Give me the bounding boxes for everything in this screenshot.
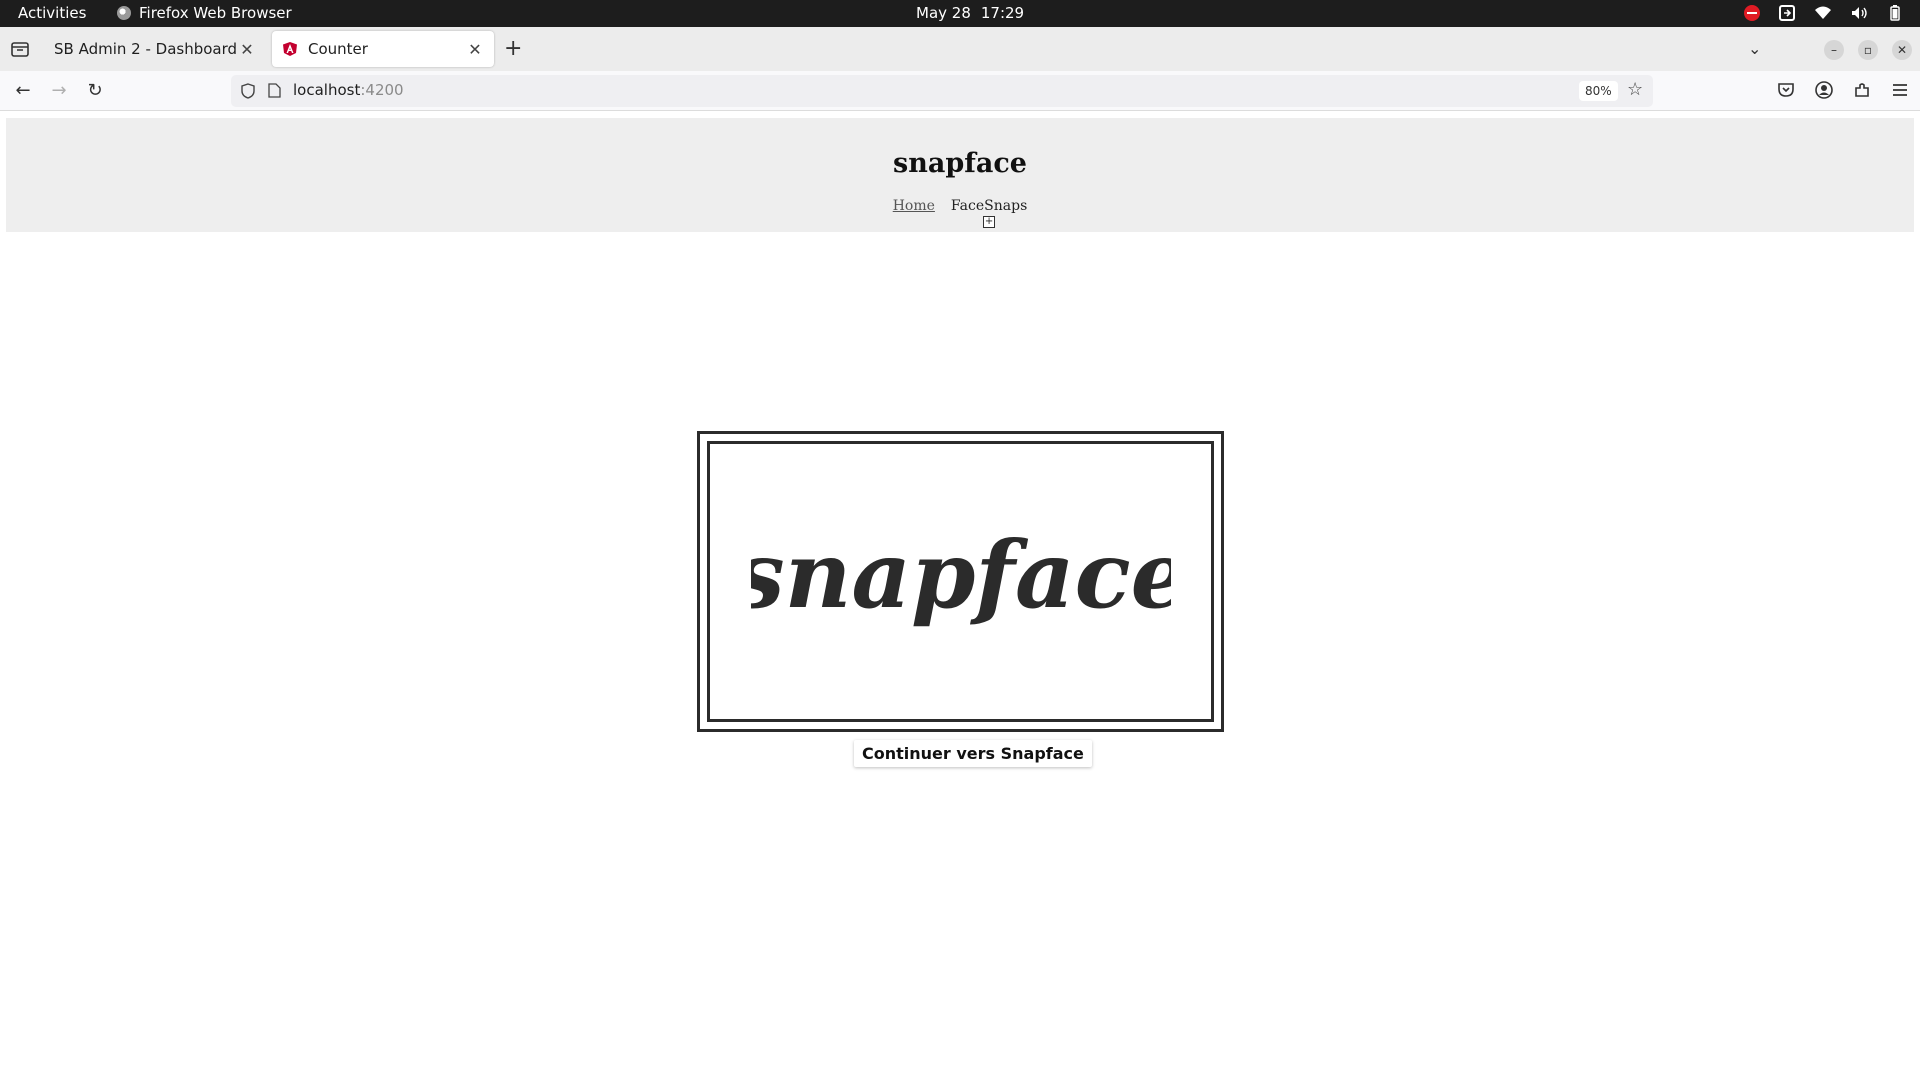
zoom-indicator[interactable]: 80% — [1579, 81, 1618, 101]
firefox-icon — [117, 6, 131, 20]
chevron-down-icon[interactable]: ⌄ — [1748, 39, 1761, 58]
logo-frame: snapface — [697, 431, 1224, 732]
battery-icon[interactable] — [1886, 4, 1904, 22]
nav-link-home[interactable]: Home — [893, 198, 935, 214]
tab-bar: SB Admin 2 - Dashboard ✕ Counter ✕ + ⌄ –… — [0, 27, 1920, 71]
arrow-right-icon[interactable]: → — [48, 80, 70, 102]
activities-button[interactable]: Activities — [18, 4, 86, 22]
tab-counter[interactable]: Counter ✕ — [272, 31, 494, 67]
nav-link-facesnaps[interactable]: FaceSnaps + — [950, 198, 1028, 228]
shield-icon[interactable] — [241, 83, 255, 99]
page-icon[interactable] — [268, 83, 281, 98]
close-icon[interactable]: ✕ — [238, 40, 256, 59]
page-viewport: snapface Home FaceSnaps + snapface Conti… — [0, 112, 1920, 1080]
wifi-icon[interactable] — [1814, 4, 1832, 22]
url-text[interactable]: localhost:4200 — [293, 81, 404, 99]
logo-inner-frame: snapface — [707, 441, 1214, 722]
nav-link-facesnaps-label: FaceSnaps — [950, 198, 1028, 214]
navigation-toolbar: ← → ↻ localhost:4200 80% ☆ — [0, 71, 1920, 111]
site-title: snapface — [893, 148, 1027, 179]
restore-icon[interactable]: ▫ — [1858, 40, 1878, 60]
app-menu[interactable]: Firefox Web Browser — [117, 4, 292, 22]
close-icon[interactable]: ✕ — [466, 40, 484, 59]
site-header: snapface Home FaceSnaps + — [6, 118, 1914, 232]
continue-button[interactable]: Continuer vers Snapface — [854, 740, 1092, 767]
account-icon[interactable] — [1814, 80, 1834, 100]
url-bar[interactable]: localhost:4200 80% ☆ — [231, 75, 1653, 107]
system-top-bar: Activities Firefox Web Browser May 28 17… — [0, 0, 1920, 27]
site-nav: Home FaceSnaps + — [6, 198, 1914, 228]
window-close-icon[interactable]: ✕ — [1892, 40, 1912, 60]
add-facesnap-button[interactable]: + — [983, 216, 996, 228]
url-port: :4200 — [360, 81, 404, 99]
tab-title: SB Admin 2 - Dashboard — [54, 40, 238, 58]
hamburger-menu-icon[interactable] — [1890, 80, 1910, 100]
clock-date: May 28 — [916, 4, 971, 22]
snapface-logo: snapface — [751, 521, 1171, 629]
reload-icon[interactable]: ↻ — [84, 80, 106, 102]
star-icon[interactable]: ☆ — [1627, 79, 1643, 100]
system-tray[interactable] — [1744, 4, 1904, 22]
url-host: localhost — [293, 81, 361, 99]
app-name: Firefox Web Browser — [139, 4, 292, 22]
clock[interactable]: May 28 17:29 — [916, 4, 1024, 22]
angular-icon — [283, 42, 297, 56]
clock-time: 17:29 — [980, 4, 1025, 22]
tab-sb-admin[interactable]: SB Admin 2 - Dashboard ✕ — [44, 31, 266, 67]
screen-share-icon[interactable] — [1778, 4, 1796, 22]
extensions-icon[interactable] — [1852, 80, 1872, 100]
do-not-disturb-icon[interactable] — [1744, 5, 1760, 21]
toolbar-icons — [1776, 80, 1910, 100]
firefox-view-icon[interactable] — [10, 39, 30, 59]
logo-text: snapface — [751, 521, 1171, 629]
plus-icon[interactable]: + — [504, 38, 522, 60]
volume-icon[interactable] — [1850, 4, 1868, 22]
arrow-left-icon[interactable]: ← — [12, 80, 34, 102]
minimize-icon[interactable]: – — [1824, 40, 1844, 60]
pocket-icon[interactable] — [1776, 80, 1796, 100]
tab-title: Counter — [308, 40, 368, 58]
